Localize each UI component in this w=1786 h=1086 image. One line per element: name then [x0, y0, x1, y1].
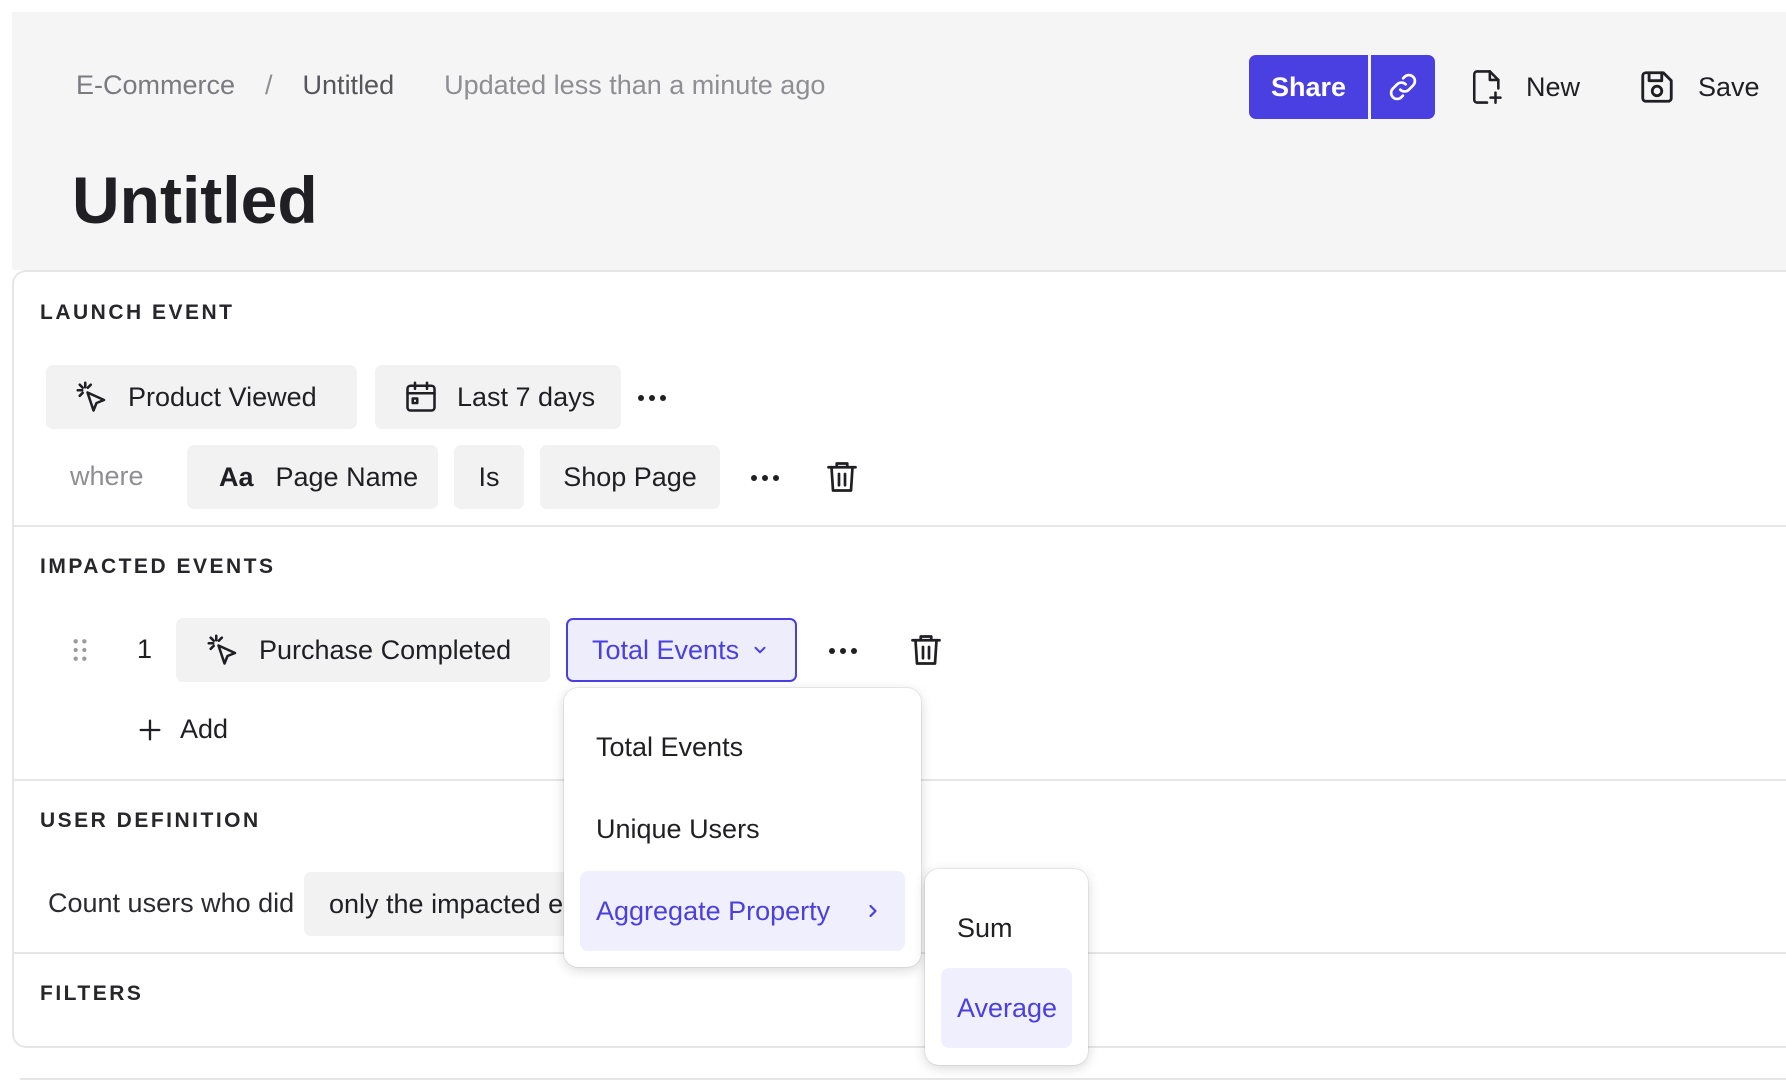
breadcrumb-root[interactable]: E-Commerce	[76, 70, 235, 101]
calendar-icon	[406, 381, 436, 412]
chevron-down-icon	[754, 646, 766, 654]
trash-icon[interactable]	[908, 631, 944, 669]
filter-value-label: Shop Page	[563, 461, 697, 492]
aggregate-option-label: Sum	[957, 912, 1013, 943]
drag-handle-icon[interactable]	[71, 637, 89, 663]
impacted-event-index: 1	[137, 634, 153, 664]
save-button[interactable]: Save	[1638, 55, 1760, 119]
new-file-icon	[1472, 70, 1502, 104]
link-icon	[1389, 73, 1417, 101]
measure-option-label: Total Events	[596, 731, 744, 762]
measure-dropdown[interactable]: Total Events	[566, 618, 797, 682]
filter-operator-label: Is	[478, 461, 500, 492]
impacted-event-label: Purchase Completed	[259, 634, 512, 665]
page-title[interactable]: Untitled	[72, 162, 318, 238]
aggregate-option-average[interactable]: Average	[941, 968, 1072, 1048]
date-range-label: Last 7 days	[457, 381, 596, 412]
impacted-event-more-icon[interactable]	[829, 648, 857, 654]
measure-option-total-events[interactable]: Total Events	[580, 707, 905, 787]
share-button[interactable]: Share	[1249, 55, 1368, 119]
breadcrumb-current: Untitled	[302, 70, 395, 100]
updated-status: Updated less than a minute ago	[444, 70, 826, 100]
filter-operator-chip[interactable]: Is	[454, 445, 524, 509]
date-range-chip[interactable]: Last 7 days	[375, 365, 621, 429]
aggregate-option-sum[interactable]: Sum	[941, 888, 1072, 968]
new-button[interactable]: New	[1470, 55, 1580, 119]
save-icon	[1641, 71, 1673, 103]
measure-label: Total Events	[592, 634, 740, 665]
user-definition-chip[interactable]: only the impacted e	[304, 872, 584, 936]
filters-heading: FILTERS	[40, 982, 144, 1005]
launch-event-chip[interactable]: Product Viewed	[46, 365, 357, 429]
measure-option-aggregate-property[interactable]: Aggregate Property	[580, 871, 905, 951]
filter-property-label: Page Name	[275, 461, 419, 492]
user-definition-prefix: Count users who did	[48, 888, 295, 918]
copy-link-button[interactable]	[1371, 55, 1435, 119]
measure-menu: Total Events Unique Users Aggregate Prop…	[564, 688, 921, 967]
string-type-icon: Aa	[219, 461, 254, 492]
trash-icon[interactable]	[824, 458, 860, 496]
aggregate-submenu: Sum Average	[925, 869, 1088, 1065]
impacted-event-chip[interactable]: Purchase Completed	[176, 618, 550, 682]
click-cursor-icon	[76, 381, 106, 412]
user-definition-value: only the impacted e	[329, 888, 564, 919]
breadcrumb: E-Commerce / Untitled Updated less than …	[76, 70, 825, 101]
measure-option-unique-users[interactable]: Unique Users	[580, 789, 905, 869]
launch-event-label: Product Viewed	[128, 381, 317, 412]
launch-event-more-icon[interactable]	[638, 395, 666, 401]
page-header: E-Commerce / Untitled Updated less than …	[12, 12, 1786, 270]
new-label: New	[1526, 71, 1581, 102]
breadcrumb-separator: /	[265, 70, 273, 100]
next-panel-edge	[20, 1078, 1786, 1080]
chevron-right-icon	[869, 904, 877, 918]
save-label: Save	[1698, 71, 1760, 102]
launch-event-heading: LAUNCH EVENT	[40, 301, 235, 324]
measure-option-label: Aggregate Property	[596, 895, 831, 926]
measure-option-label: Unique Users	[596, 813, 760, 844]
where-label: where	[70, 461, 144, 491]
section-divider	[14, 525, 1786, 527]
add-event-button[interactable]: Add	[136, 714, 228, 745]
filter-value-chip[interactable]: Shop Page	[540, 445, 720, 509]
impacted-events-heading: IMPACTED EVENTS	[40, 555, 276, 578]
click-cursor-icon	[207, 634, 237, 665]
filter-property-chip[interactable]: Aa Page Name	[187, 445, 438, 509]
filter-more-icon[interactable]	[751, 475, 779, 481]
aggregate-option-label: Average	[957, 992, 1058, 1023]
plus-icon	[139, 719, 161, 740]
add-event-label: Add	[180, 714, 229, 744]
user-definition-heading: USER DEFINITION	[40, 809, 261, 832]
